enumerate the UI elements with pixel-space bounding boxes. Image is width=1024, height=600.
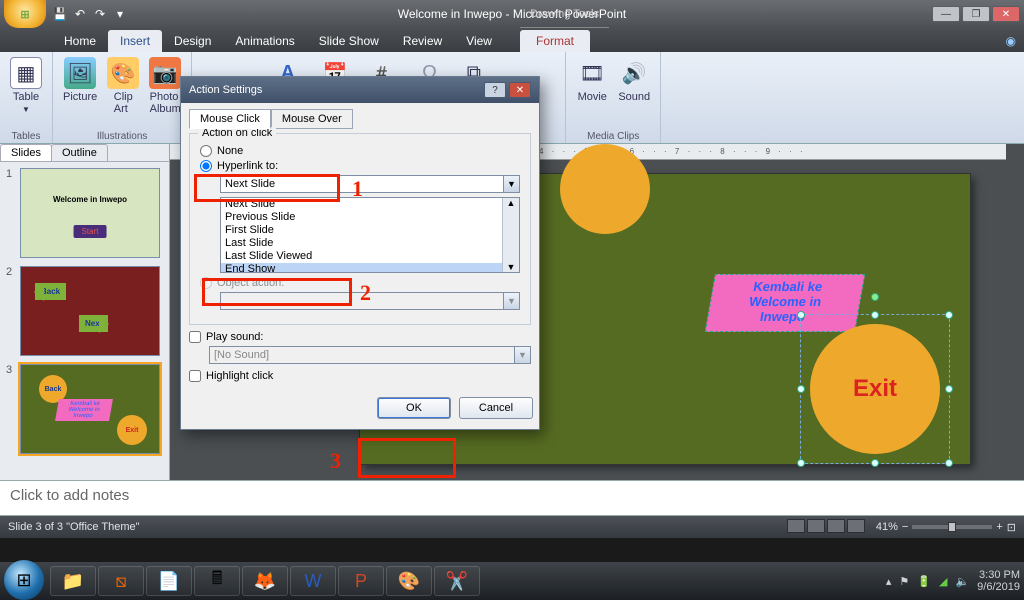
taskbar-calc[interactable]: 🖩 <box>194 566 240 596</box>
taskbar-paint[interactable]: 🎨 <box>386 566 432 596</box>
qat-more-icon[interactable]: ▾ <box>112 6 128 22</box>
tab-mouse-over[interactable]: Mouse Over <box>271 109 353 129</box>
picture-button[interactable]: 🖼Picture <box>59 55 101 117</box>
undo-icon[interactable]: ↶ <box>72 6 88 22</box>
action-settings-dialog: Action Settings ? ✕ Mouse Click Mouse Ov… <box>180 76 540 430</box>
tab-design[interactable]: Design <box>162 30 223 52</box>
taskbar: ⊞ 📁 ⧅ 📄 🖩 🦊 W P 🎨 ✂️ ▴ ⚑ 🔋 ◢ 🔈 3:30 PM9/… <box>0 562 1024 600</box>
taskbar-snip[interactable]: ✂️ <box>434 566 480 596</box>
window-title: Welcome in Inwepo - Microsoft PowerPoint <box>0 7 1024 21</box>
tray-volume-icon[interactable]: 🔈 <box>955 575 969 588</box>
dialog-help-button[interactable]: ? <box>484 82 506 98</box>
taskbar-word[interactable]: W <box>290 566 336 596</box>
ok-button[interactable]: OK <box>377 397 451 419</box>
movie-button[interactable]: 🎞Movie <box>572 55 612 105</box>
thumbnail-3[interactable]: Back Kembali ke Welcome in Inwepo Exit <box>20 364 160 454</box>
tray-chevron-icon[interactable]: ▴ <box>886 575 892 588</box>
tray-flag-icon[interactable]: ⚑ <box>899 575 909 588</box>
status-left: Slide 3 of 3 "Office Theme" <box>8 521 140 533</box>
listbox-scrollbar[interactable]: ▲▼ <box>502 198 519 272</box>
help-icon[interactable]: ◉ <box>998 30 1024 52</box>
object-action-combo: ▼ <box>220 292 520 310</box>
view-buttons[interactable] <box>786 519 866 536</box>
group-media: 🎞Movie 🔊Sound Media Clips <box>566 52 661 143</box>
tab-insert[interactable]: Insert <box>108 30 162 52</box>
chevron-down-icon: ▼ <box>503 175 520 193</box>
check-highlight[interactable] <box>189 370 201 382</box>
group-tables: ▦Table▼ Tables <box>0 52 53 143</box>
dialog-close-button[interactable]: ✕ <box>509 82 531 98</box>
radio-none[interactable] <box>200 145 212 157</box>
radio-object-action <box>200 277 212 289</box>
office-button[interactable]: ⊞ <box>4 0 46 28</box>
tray-clock[interactable]: 3:30 PM9/6/2019 <box>977 569 1020 593</box>
tab-view[interactable]: View <box>454 30 504 52</box>
quick-access-toolbar: 💾 ↶ ↷ ▾ <box>52 6 128 22</box>
zoom-control[interactable]: 41% −+⊡ <box>876 521 1016 534</box>
dialog-title: Action Settings <box>189 84 262 96</box>
title-bar: ⊞ 💾 ↶ ↷ ▾ Welcome in Inwepo - Microsoft … <box>0 0 1024 28</box>
selection-handles[interactable] <box>800 314 950 464</box>
tab-home[interactable]: Home <box>52 30 108 52</box>
thumbnail-1[interactable]: Welcome in Inwepo Start <box>20 168 160 258</box>
contextual-tab-label: Drawing Tools <box>520 0 609 28</box>
dialog-title-bar[interactable]: Action Settings ? ✕ <box>181 77 539 103</box>
taskbar-firefox[interactable]: 🦊 <box>242 566 288 596</box>
table-button[interactable]: ▦Table▼ <box>6 55 46 116</box>
hyperlink-combo[interactable]: Next Slide▼ <box>220 175 520 193</box>
thumbnail-2[interactable]: Back Next <box>20 266 160 356</box>
panel-tab-outline[interactable]: Outline <box>51 144 108 161</box>
action-on-click-group: Action on click None Hyperlink to: Next … <box>189 133 531 325</box>
ribbon-tab-row: Home Insert Design Animations Slide Show… <box>0 28 1024 52</box>
slide-panel: Slides Outline 1 Welcome in Inwepo Start… <box>0 144 170 480</box>
start-button[interactable]: ⊞ <box>4 560 44 600</box>
maximize-button[interactable]: ❐ <box>962 6 990 22</box>
group-illustrations: 🖼Picture 🎨Clip Art 📷Photo Album Illustra… <box>53 52 192 143</box>
minimize-button[interactable]: — <box>932 6 960 22</box>
tab-review[interactable]: Review <box>391 30 454 52</box>
shape-exit[interactable]: Exit <box>810 324 940 454</box>
hyperlink-listbox[interactable]: Next Slide Previous Slide First Slide La… <box>220 197 520 273</box>
cancel-button[interactable]: Cancel <box>459 397 533 419</box>
status-bar: Slide 3 of 3 "Office Theme" 41% −+⊡ <box>0 516 1024 538</box>
clipart-button[interactable]: 🎨Clip Art <box>103 55 143 117</box>
sound-combo: [No Sound]▼ <box>209 346 531 364</box>
taskbar-xampp[interactable]: ⧅ <box>98 566 144 596</box>
tab-animations[interactable]: Animations <box>223 30 306 52</box>
tray-battery-icon[interactable]: 🔋 <box>917 575 931 588</box>
panel-tab-slides[interactable]: Slides <box>0 144 52 161</box>
close-button[interactable]: ✕ <box>992 6 1020 22</box>
redo-icon[interactable]: ↷ <box>92 6 108 22</box>
tab-slideshow[interactable]: Slide Show <box>307 30 391 52</box>
radio-hyperlink[interactable] <box>200 160 212 172</box>
notes-pane[interactable]: Click to add notes <box>0 480 1024 516</box>
taskbar-explorer[interactable]: 📁 <box>50 566 96 596</box>
taskbar-powerpoint[interactable]: P <box>338 566 384 596</box>
tray-network-icon[interactable]: ◢ <box>939 575 947 588</box>
taskbar-notepad[interactable]: 📄 <box>146 566 192 596</box>
check-play-sound[interactable] <box>189 331 201 343</box>
tab-mouse-click[interactable]: Mouse Click <box>189 109 271 129</box>
tab-format[interactable]: Format <box>520 30 590 52</box>
system-tray[interactable]: ▴ ⚑ 🔋 ◢ 🔈 3:30 PM9/6/2019 <box>886 569 1020 593</box>
save-icon[interactable]: 💾 <box>52 6 68 22</box>
sound-button[interactable]: 🔊Sound <box>614 55 654 105</box>
